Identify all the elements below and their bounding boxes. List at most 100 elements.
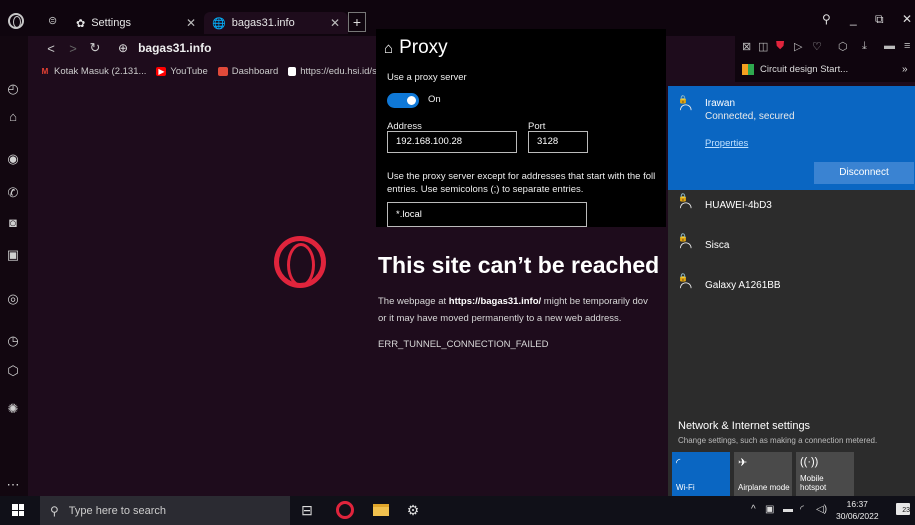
windows-start-icon[interactable] [12,504,24,516]
tab-bagas31[interactable]: 🌐 bagas31.info ✕ [204,12,348,34]
snapshot-icon[interactable]: ⊠ [742,40,751,53]
properties-link[interactable]: Properties [705,138,748,149]
gmail-icon: M [41,66,49,76]
minimize-icon[interactable]: _ [850,12,857,26]
notification-icon[interactable]: 23 [896,503,910,515]
airplane-mode-tile[interactable]: ✈ Airplane mode [734,452,792,496]
forward-icon[interactable]: > [62,41,84,56]
instagram-icon[interactable]: ◙ [4,214,22,232]
wifi-secured-icon: 🔒 ◜◝ [678,233,692,256]
mobile-hotspot-tile[interactable]: ((·)) Mobile hotspot [796,452,854,496]
tile-label: Airplane mode [738,483,790,492]
more-icon[interactable]: ⋯ [4,476,22,494]
extensions-cube-icon[interactable]: ⬡ [838,40,848,53]
wifi-secured-icon: 🔒 ◜◝ [678,95,692,118]
close-window-icon[interactable]: ✕ [902,12,912,26]
wifi-tile[interactable]: ◜ Wi-Fi [672,452,730,496]
extensions-icon[interactable]: ⬡ [4,362,22,380]
new-tab-button[interactable]: + [348,12,366,32]
globe-icon: 🌐 [212,17,226,30]
network-settings-sub: Change settings, such as making a connec… [678,436,878,445]
tab-settings[interactable]: ✿ Settings ✕ [68,12,204,34]
bookmark-youtube[interactable]: ▶ YouTube [156,66,208,77]
task-view-icon[interactable]: ⊟ [298,501,316,519]
tray-app-icon[interactable]: ▣ [765,504,774,515]
opera-menu-icon[interactable] [8,13,24,29]
close-icon[interactable]: ✕ [186,16,196,30]
clock[interactable]: 16:37 30/06/2022 [836,498,879,522]
url-field[interactable]: bagas31.info [138,41,211,55]
easy-setup-icon[interactable]: ≡ [904,40,910,52]
wifi-tray-icon[interactable]: ◜ [800,504,804,515]
address-field[interactable]: 192.168.100.28 [387,131,517,153]
settings-icon[interactable]: ✺ [4,400,22,418]
tab-label: bagas31.info [231,17,295,29]
toggle-state: On [428,94,441,105]
whatsapp-icon[interactable]: ✆ [4,184,22,202]
volume-icon[interactable]: ◁) [816,504,827,515]
opera-logo [274,236,326,288]
music-icon[interactable]: ◎ [4,290,22,308]
bookmark-label: https://edu.hsi.id/st... [300,65,380,77]
download-icon[interactable]: ⤓ [862,40,867,53]
exceptions-field[interactable]: *.local [387,202,587,227]
more-bookmarks-icon[interactable]: » [902,64,908,75]
network-flyout: 🔒 ◜◝ Irawan Connected, secured Properties… [668,86,915,496]
network-name: Sisca [705,240,730,251]
clock-time: 16:37 [846,499,868,509]
proxy-toggle[interactable] [387,93,419,108]
battery-tray-icon[interactable]: ▬ [783,504,793,515]
back-icon[interactable]: < [40,41,62,56]
history-icon[interactable]: ◷ [4,332,22,350]
vpn-shield-icon[interactable]: ⛊ [776,40,784,53]
taskbar-search[interactable]: ⚲ Type here to search [40,496,290,525]
error-message: The webpage at https://bagas31.info/ mig… [378,296,648,324]
notification-count: 23 [902,507,910,514]
bookmark-circuit-design[interactable]: Circuit design Start... [742,64,848,75]
flow-icon[interactable]: ▷ [794,40,802,53]
gear-icon: ✿ [76,17,86,30]
disconnect-button[interactable]: Disconnect [814,162,914,184]
bookmark-label: Kotak Masuk (2.131... [54,65,147,77]
snap-icon[interactable]: ⧉ [875,12,884,27]
speed-dial-icon[interactable]: ◴ [4,80,22,98]
search-icon[interactable]: ⚲ [822,12,831,26]
error-code: ERR_TUNNEL_CONNECTION_FAILED [378,339,549,350]
exceptions-label: Use the proxy server except for addresse… [387,171,656,182]
battery-icon[interactable]: ▬ [884,40,895,52]
use-proxy-label: Use a proxy server [387,72,467,83]
camera-icon[interactable]: ◫ [758,40,768,53]
port-field[interactable]: 3128 [528,131,588,153]
file-explorer-icon[interactable] [373,504,389,516]
close-icon[interactable]: ✕ [330,16,340,30]
bookmark-dashboard[interactable]: Dashboard [217,66,278,77]
hotspot-icon: ((·)) [800,456,819,468]
messenger-icon[interactable]: ◉ [4,150,22,168]
bookmark-edu-hsi[interactable]: https://edu.hsi.id/st... [288,66,380,77]
bookmark-gmail[interactable]: M Kotak Masuk (2.131... [40,65,147,77]
search-placeholder: Type here to search [68,504,167,517]
address-bar: < > ↻ ⊕ bagas31.info [40,36,380,60]
player-icon[interactable]: ▣ [4,246,22,264]
gamepad-icon[interactable]: ⊜ [48,14,57,27]
dashboard-icon [217,66,228,76]
taskbar: ⚲ Type here to search ⊟ ⚙ ^ ▣ ▬ ◜ ◁) 16:… [0,496,915,525]
search-icon: ⚲ [50,503,59,518]
airplane-icon: ✈ [738,457,748,469]
bookmark-label: Circuit design Start... [760,64,849,75]
error-url: https://bagas31.info/ [448,296,542,307]
heart-icon[interactable]: ♡ [812,40,822,53]
settings-gear-icon[interactable]: ⚙ [404,501,422,519]
network-item-irawan[interactable]: 🔒 ◜◝ Irawan Connected, secured Properties… [668,86,915,190]
bag-icon[interactable]: ⌂ [4,108,22,126]
opera-taskbar-icon[interactable] [336,501,354,519]
wifi-icon: ◜ [676,457,681,469]
exceptions-hint: entries. Use semicolons (;) to separate … [387,184,584,195]
site-info-icon[interactable]: ⊕ [118,41,128,55]
network-status: Connected, secured [705,111,795,122]
network-settings-link[interactable]: Network & Internet settings [678,420,810,432]
tray-chevron-icon[interactable]: ^ [751,504,756,515]
reload-icon[interactable]: ↻ [84,40,106,56]
proxy-settings-panel: ⌂ Proxy Use a proxy server On Address 192… [376,29,666,227]
network-name: Galaxy A1261BB [705,280,781,291]
